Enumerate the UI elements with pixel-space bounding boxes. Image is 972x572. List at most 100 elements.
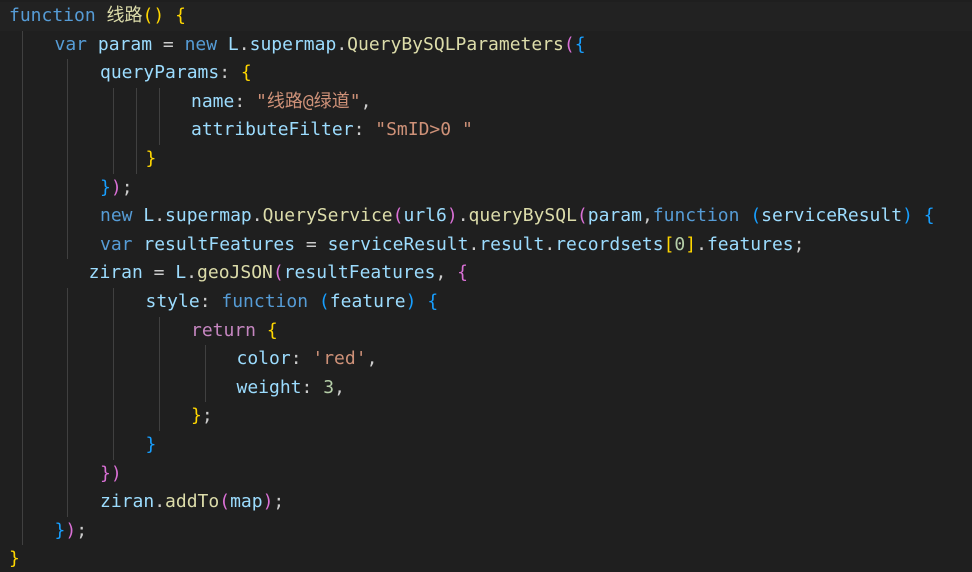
code-token: features [706,233,794,255]
code-token: ) [405,291,417,312]
code-token: ; [76,519,88,541]
code-token: = [152,33,185,55]
code-token: ; [273,491,285,513]
code-line[interactable]: var param = new L.supermap.QueryBySQLPar… [0,31,586,60]
code-token: , [435,262,458,284]
code-token: serviceResult [761,205,903,227]
code-token: { [574,33,586,55]
code-token: var [54,33,88,55]
code-token: () [142,5,165,26]
code-line[interactable]: }); [0,517,88,546]
code-token: . [696,233,707,255]
code-line[interactable]: }; [0,402,213,431]
code-token: { [175,5,186,26]
code-line[interactable]: var resultFeatures = serviceResult.resul… [0,231,805,260]
code-token: ) [65,519,77,541]
code-token: ; [793,233,805,255]
code-token: param [97,33,153,55]
code-token: ( [750,205,762,227]
code-token: addTo [165,491,220,513]
code-line[interactable]: }) [0,460,122,489]
code-token: resultFeatures [283,262,436,284]
code-token: function [221,291,309,312]
code-token: } [9,548,20,570]
code-editor[interactable]: function 线路() {var param = new L.superma… [0,0,972,572]
code-line[interactable]: ziran.addTo(map); [0,488,284,517]
code-token: serviceResult [327,233,469,255]
code-token: function [652,205,740,227]
code-token: { [923,205,935,227]
code-token: } [145,434,157,455]
code-token: : [199,291,222,312]
code-token: supermap [165,205,252,227]
code-line[interactable]: name: "线路@绿道", [0,88,371,117]
code-line[interactable]: function 线路() { [0,2,972,31]
code-line[interactable]: } [0,545,20,572]
code-token: . [457,205,469,227]
code-token: . [154,205,166,227]
code-token: var [100,233,133,255]
code-token: L [143,205,155,227]
code-token: . [154,491,166,513]
code-line[interactable]: return { [0,317,278,346]
code-token: style [145,291,200,312]
code-token: "SmID>0 " [375,119,473,141]
code-token: url6 [403,205,447,227]
code-token: feature [329,291,406,312]
code-token: { [427,291,439,312]
code-line[interactable]: weight: 3, [0,374,345,403]
code-token: ( [318,291,330,312]
code-token: . [336,33,348,55]
code-token: attributeFilter [191,119,354,141]
code-token: resultFeatures [143,233,296,255]
code-token: color [236,348,291,370]
code-line[interactable]: } [0,431,157,460]
code-token: return [191,319,257,341]
code-token: : [353,119,376,141]
code-line[interactable]: style: function (feature) { [0,288,439,317]
code-line[interactable]: }); [0,174,133,203]
code-token: { [266,319,278,341]
code-token: function [9,5,96,26]
code-token: QueryService [262,205,393,227]
code-token: ziran [100,491,155,513]
code-token: 线路 [106,5,143,26]
code-token: [ [663,233,675,255]
code-token: new [184,33,218,55]
code-line[interactable]: color: 'red', [0,345,378,374]
code-token: map [230,491,263,513]
code-token: 3 [323,376,335,398]
code-token: ; [121,176,133,198]
code-token: name [191,90,235,112]
code-line[interactable]: } [0,145,157,174]
code-token: } [191,405,202,427]
code-line[interactable]: queryParams: { [0,59,252,88]
code-token: 0 [674,233,686,255]
code-token: : [234,90,257,112]
code-token: ) [110,176,122,198]
code-token: } [145,148,157,169]
code-line[interactable]: new L.supermap.QueryService(url6).queryB… [0,202,935,231]
code-token: . [468,233,480,255]
code-token: supermap [249,33,337,55]
code-token: recordsets [555,233,664,255]
code-token: , [366,348,378,370]
code-token: new [100,205,133,227]
code-token: } [100,176,111,198]
code-token: ( [219,491,231,513]
code-token: queryParams [100,62,220,84]
code-token: . [544,233,556,255]
code-token: } [54,519,66,541]
code-line[interactable]: ziran = L.geoJSON(resultFeatures, { [0,259,468,288]
code-line[interactable]: attributeFilter: "SmID>0 " [0,116,473,145]
